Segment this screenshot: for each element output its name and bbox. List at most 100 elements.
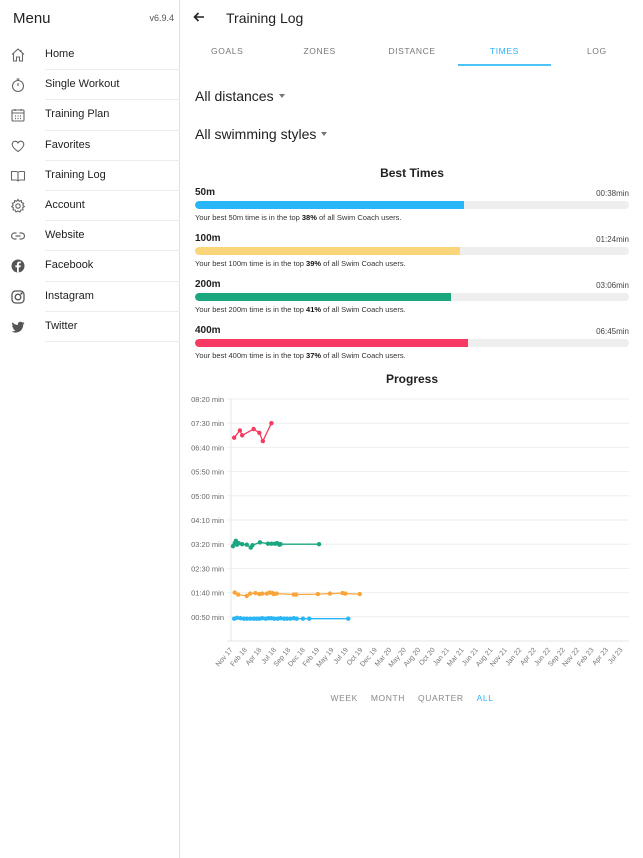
menu-title: Menu [13,10,51,27]
data-point-400m [260,438,266,444]
sidebar-item-favorites[interactable]: Favorites [0,131,180,161]
range-tab-all[interactable]: ALL [477,693,494,703]
data-point-200m [257,540,263,545]
sidebar-item-single-workout[interactable]: Single Workout [0,70,180,101]
stopwatch-icon [10,77,26,93]
data-point-100m [293,592,299,597]
home-icon [10,47,26,63]
data-point-50m [346,616,351,621]
tab-zones[interactable]: ZONES [273,38,365,66]
sidebar-item-training-log[interactable]: Training Log [0,161,180,191]
top-app-bar: Training Log [181,0,643,36]
progress-chart: 00:50 min 01:40 min 02:30 min 03:20 min 04:1… [181,388,643,688]
best-time-row-200m: 200m 03:06min Your best 200m time is in … [195,279,629,321]
facebook-icon [10,258,26,274]
sidebar-item-website[interactable]: Website [0,221,180,252]
progress-chart-svg: 00:50 min 01:40 min 02:30 min 03:20 min 04:1… [191,395,629,669]
data-point-200m [316,542,322,547]
sidebar: Menu v6.9.4 Home Single Workout Training… [0,0,180,858]
sidebar-item-instagram[interactable]: Instagram [0,282,180,312]
data-point-100m [260,591,265,596]
data-point-400m [239,433,245,438]
tab-times[interactable]: TIMES [458,38,552,66]
tab-log[interactable]: LOG [551,38,643,66]
best-time-bar-track [195,247,629,255]
y-tick-label: 00:50 min [191,613,224,622]
range-tab-month[interactable]: MONTH [371,693,405,703]
y-tick-label: 02:30 min [191,564,224,573]
swimming-style-dropdown[interactable]: All swimming styles [195,126,328,142]
tab-goals[interactable]: GOALS [181,38,273,66]
sidebar-item-label: Instagram [45,289,94,302]
page-title: Training Log [226,10,304,26]
data-point-400m [237,428,243,433]
note-percentile: 37% [306,351,322,360]
data-point-50m [300,616,306,621]
best-time-bar-fill [195,293,452,301]
back-button[interactable] [191,9,207,25]
note-text: of all Swim Coach users. [321,305,406,314]
note-percentile: 38% [301,213,317,222]
x-tick-label: Apr 23 [591,647,610,667]
sidebar-item-label: Home [45,48,75,60]
best-time-note: Your best 400m time is in the top 37% of… [195,351,406,360]
heart-icon [10,138,26,154]
best-time-bar-track [195,293,629,301]
menu-list: Home Single Workout Training Plan Favori… [0,40,180,342]
sidebar-item-account[interactable]: Account [0,191,180,222]
range-tab-quarter[interactable]: QUARTER [418,693,464,703]
twitter-icon [10,319,26,335]
sidebar-item-home[interactable]: Home [0,40,180,71]
data-point-200m [250,542,255,548]
arrow-left-icon [193,12,204,22]
style-dropdown-value: All swimming styles [195,126,317,142]
best-time-note: Your best 100m time is in the top 39% of… [195,259,406,268]
data-point-100m [327,591,333,596]
distance-dropdown-value: All distances [195,88,274,104]
data-point-200m [244,542,249,547]
range-tab-week[interactable]: WEEK [330,693,357,703]
data-point-400m [257,430,262,436]
data-point-100m [274,591,279,596]
note-percentile: 39% [306,259,322,268]
best-time-note: Your best 50m time is in the top 38% of … [195,213,402,222]
best-time-value: 01:24min [596,235,629,244]
distance-dropdown[interactable]: All distances [195,88,285,104]
note-text: Your best 400m time is in the top [195,351,307,360]
sidebar-item-facebook[interactable]: Facebook [0,251,180,282]
y-tick-label: 08:20 min [191,395,224,404]
data-point-100m [253,590,258,596]
sidebar-item-label: Facebook [45,259,94,272]
x-tick-label: Apr 18 [245,647,264,667]
note-text: of all Swim Coach users. [316,213,402,222]
y-tick-label: 05:00 min [191,492,224,501]
range-selector: WEEK MONTH QUARTER ALL [181,693,643,703]
y-tick-label: 07:30 min [191,419,224,428]
progress-title: Progress [385,372,439,386]
data-point-200m [278,542,283,547]
best-time-value: 06:45min [596,327,629,336]
tab-bar: GOALS ZONES DISTANCE TIMES LOG [181,38,643,66]
caret-down-icon [278,94,285,99]
book-icon [10,168,26,184]
sidebar-header: Menu v6.9.4 [0,0,180,36]
best-time-distance: 50m [195,187,216,198]
note-percentile: 41% [306,305,322,314]
data-point-400m [231,435,237,440]
tab-distance[interactable]: DISTANCE [366,38,458,66]
data-point-100m [315,591,321,597]
sidebar-item-label: Training Plan [45,108,110,121]
best-time-value: 00:38min [596,189,629,198]
best-time-note: Your best 200m time is in the top 41% of… [195,305,406,314]
instagram-icon [10,289,26,305]
best-time-row-100m: 100m 01:24min Your best 100m time is in … [195,233,629,275]
sidebar-item-label: Single Workout [45,78,120,91]
y-tick-label: 04:10 min [191,516,224,525]
gear-icon [10,198,26,214]
sidebar-item-training-plan[interactable]: Training Plan [0,100,180,131]
sidebar-item-label: Training Log [45,168,106,181]
sidebar-item-twitter[interactable]: Twitter [0,312,180,342]
best-time-row-50m: 50m 00:38min Your best 50m time is in th… [195,187,629,229]
best-time-distance: 100m [195,233,221,244]
sidebar-item-label: Favorites [45,138,91,151]
